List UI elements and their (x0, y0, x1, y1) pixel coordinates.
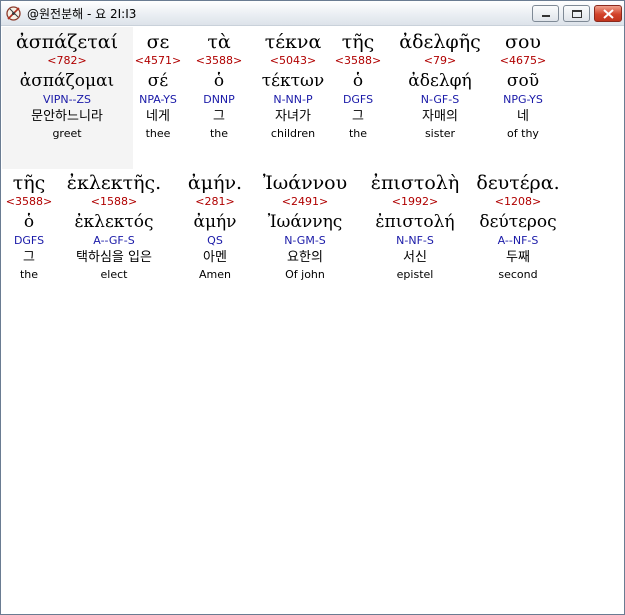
parsing-code: NPG-YS (503, 93, 543, 106)
close-icon (603, 9, 614, 19)
english-gloss: second (498, 268, 538, 281)
strong-number: <4675> (499, 54, 547, 67)
minimize-button[interactable] (532, 5, 559, 22)
maximize-button[interactable] (563, 5, 590, 22)
window-title: @원전분해 - 요 2I:I3 (27, 7, 137, 21)
greek-word: σου (505, 31, 541, 53)
maximize-icon (572, 10, 582, 18)
korean-gloss: 네 (517, 109, 529, 124)
korean-gloss: 두째 (506, 250, 530, 265)
minimize-icon (542, 15, 550, 17)
app-window: @원전분해 - 요 2I:I3 ἀσπάζεταί <782> ἀσπάζομαι V… (0, 0, 625, 615)
verse-analysis-area: ἀσπάζεταί <782> ἀσπάζομαι VIPN--ZS 문안하느니라 gre… (2, 27, 623, 614)
english-gloss: of thy (507, 127, 539, 140)
close-button[interactable] (594, 5, 622, 22)
parsing-code: A--NF-S (497, 234, 539, 247)
strong-number: <1208> (494, 195, 542, 208)
greek-word: δευτέρα. (476, 172, 560, 194)
title-bar[interactable]: @원전분해 - 요 2I:I3 (1, 1, 624, 26)
app-compass-icon (5, 5, 22, 22)
lemma: δεύτερος (479, 212, 557, 232)
lemma: σοῦ (506, 71, 540, 91)
